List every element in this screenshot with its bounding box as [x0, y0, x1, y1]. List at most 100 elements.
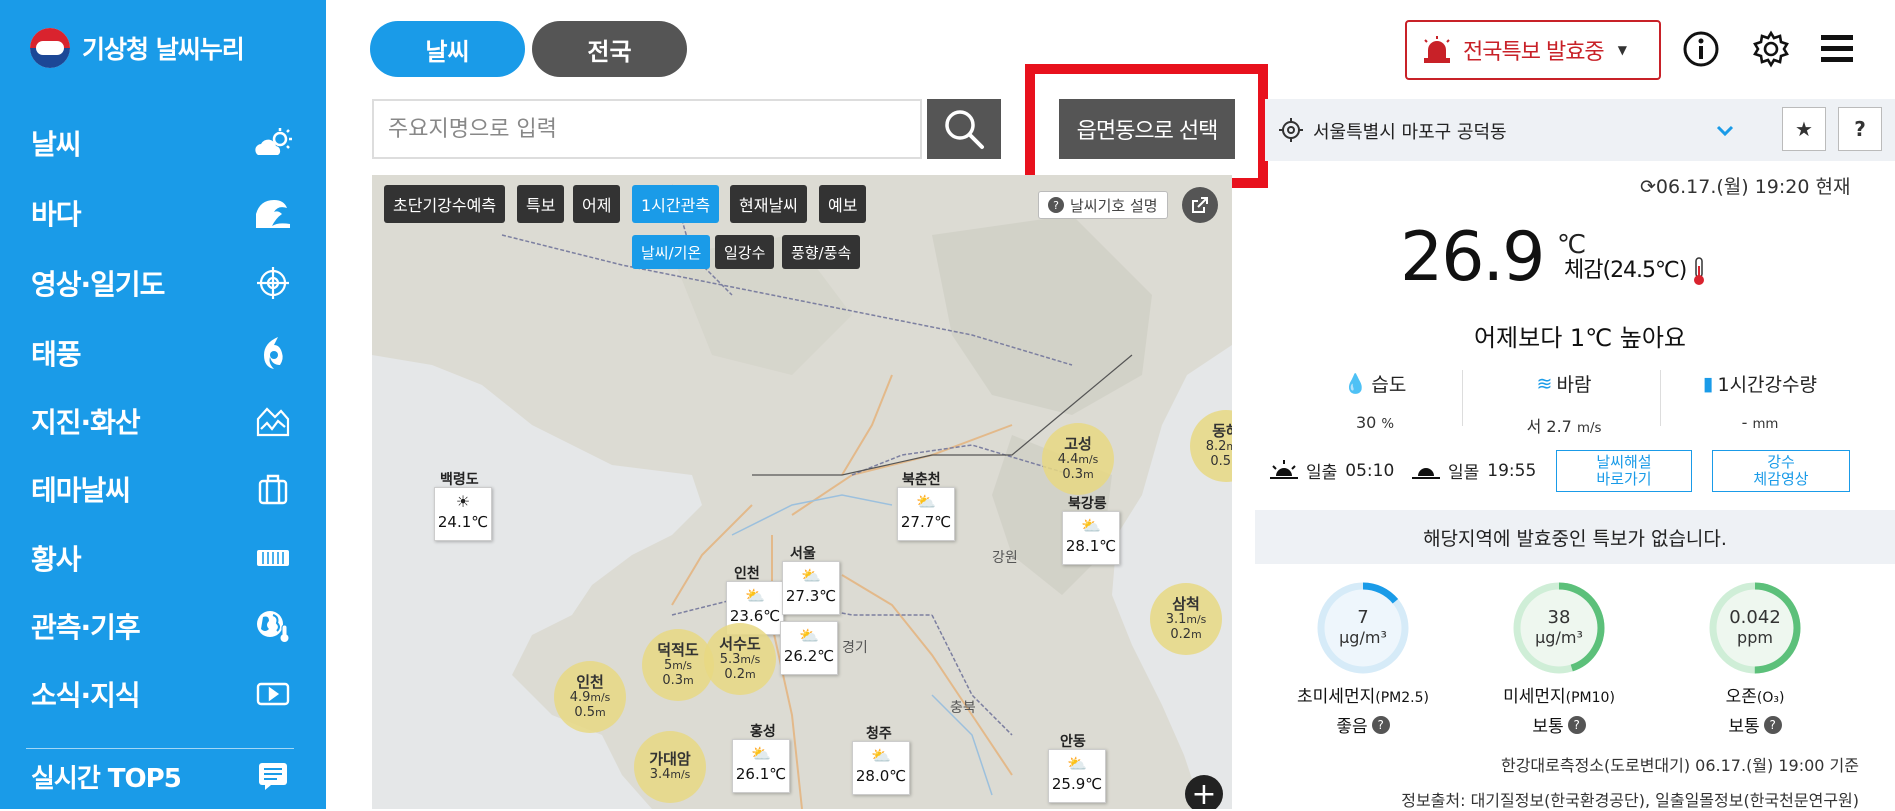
- station-marker[interactable]: ⛅ 26.1℃: [732, 739, 790, 793]
- sea-marker[interactable]: 삼척 3.1m/s 0.2m: [1150, 583, 1222, 655]
- partly-cloudy-icon: ⛅: [1081, 516, 1101, 535]
- popout-button[interactable]: [1182, 187, 1218, 223]
- weather-explain-link[interactable]: 날씨해설 바로가기: [1556, 450, 1692, 492]
- pm10-name: 미세먼지(PM10): [1469, 682, 1649, 707]
- tab-weather[interactable]: 날씨: [370, 21, 525, 77]
- weather-map[interactable]: 초단기강수예측 특보 어제 1시간관측 현재날씨 예보 날씨/기온 일강수 풍향…: [372, 175, 1232, 809]
- gauge-value: 38: [1547, 607, 1571, 628]
- partly-cloudy-icon: ⛅: [751, 744, 771, 763]
- map-subtab-daily-precip[interactable]: 일강수: [715, 235, 775, 269]
- refresh-icon[interactable]: ⟳: [1640, 176, 1656, 198]
- sidebar-item-label: 바다: [31, 198, 82, 231]
- help-icon[interactable]: ?: [1567, 715, 1586, 734]
- station-marker[interactable]: ⛅ 28.1℃: [1062, 511, 1120, 565]
- map-tab-1h-obs[interactable]: 1시간관측: [632, 185, 720, 223]
- station-marker[interactable]: ☀ 24.1℃: [434, 487, 492, 541]
- info-button[interactable]: [1678, 26, 1724, 72]
- region-label: 충북: [950, 700, 976, 716]
- station-name: 북춘천: [902, 472, 941, 488]
- help-icon[interactable]: ?: [1371, 715, 1390, 734]
- sea-marker[interactable]: 서수도 5.3m/s 0.2m: [704, 623, 776, 695]
- station-temp: 26.2℃: [783, 647, 835, 665]
- sidebar-item-top5[interactable]: 실시간 TOP5: [31, 753, 293, 799]
- stat-value: -: [1741, 413, 1748, 432]
- sea-marker-name: 서수도: [719, 634, 761, 653]
- station-marker[interactable]: ⛅ 26.2℃: [780, 621, 838, 675]
- stat-value: 서 2.7: [1526, 417, 1572, 436]
- precip-video-link[interactable]: 강수 체감영상: [1712, 450, 1850, 492]
- gps-target-icon[interactable]: [1279, 118, 1303, 142]
- sea-wind: 8.2: [1205, 438, 1227, 454]
- sidebar-item-theme[interactable]: 테마날씨: [31, 466, 293, 512]
- wave-unit: m: [595, 705, 606, 719]
- wave-unit: m: [1083, 467, 1094, 481]
- sea-marker[interactable]: 고성 4.4m/s 0.3m: [1042, 423, 1114, 495]
- region-label: 강원: [992, 550, 1018, 566]
- help-button[interactable]: ?: [1838, 107, 1882, 151]
- help-icon[interactable]: ?: [1763, 715, 1782, 734]
- water-drop-icon: 💧: [1343, 373, 1368, 395]
- map-subtab-weather-temp[interactable]: 날씨/기온: [632, 235, 711, 269]
- logo[interactable]: 기상청 날씨누리: [30, 28, 245, 68]
- zoom-in-button[interactable]: +: [1185, 775, 1223, 809]
- observation-time: ⟳06.17.(월) 19:20 현재: [1640, 172, 1850, 199]
- map-tab-yesterday[interactable]: 어제: [573, 185, 621, 223]
- select-dong-button[interactable]: 읍면동으로 선택: [1059, 99, 1235, 159]
- chevron-down-icon[interactable]: [1714, 119, 1736, 141]
- external-link-icon: [1192, 197, 1208, 213]
- sunrise-time: 05:10: [1345, 460, 1395, 481]
- aq-grade-text: 보통: [1728, 717, 1760, 737]
- sea-marker[interactable]: 덕적도 5m/s 0.3m: [642, 629, 714, 701]
- ozone-grade: 보통?: [1665, 712, 1845, 737]
- station-temp: 28.0℃: [855, 767, 907, 785]
- station-marker[interactable]: ⛅ 28.0℃: [852, 741, 910, 795]
- map-tab-current[interactable]: 현재날씨: [730, 185, 807, 223]
- suitcase-icon: [253, 469, 293, 509]
- stat-unit: %: [1381, 417, 1395, 432]
- search-input[interactable]: [388, 116, 920, 142]
- station-marker[interactable]: ⛅ 27.3℃: [782, 561, 840, 615]
- sidebar-item-weather[interactable]: 날씨: [31, 120, 293, 166]
- sea-marker[interactable]: 가대암 3.4m/s: [634, 731, 706, 803]
- sidebar-item-sea[interactable]: 바다: [31, 190, 293, 236]
- stat-label: 1시간강수량: [1717, 374, 1817, 396]
- sunny-icon: ☀: [455, 492, 471, 511]
- national-alert-dropdown[interactable]: 전국특보 발효중 ▼: [1405, 20, 1661, 80]
- settings-button[interactable]: [1748, 26, 1794, 72]
- tab-national[interactable]: 전국: [532, 21, 687, 77]
- ozone-gauge[interactable]: 0.042 ppm: [1707, 580, 1803, 676]
- rain-gauge-icon: ▮: [1703, 372, 1714, 395]
- map-tab-forecast[interactable]: 예보: [819, 185, 867, 223]
- aq-name-text: 오존: [1725, 687, 1757, 707]
- aq-grade-text: 보통: [1532, 717, 1564, 737]
- pm10-gauge[interactable]: 38 μg/m³: [1511, 580, 1607, 676]
- sea-marker[interactable]: 인천 4.9m/s 0.5m: [554, 661, 626, 733]
- symbol-help-button[interactable]: ? 날씨기호 설명: [1038, 191, 1168, 219]
- wind-unit: m/s: [590, 690, 611, 704]
- station-marker[interactable]: ⛅ 27.7℃: [897, 487, 955, 541]
- sea-wave: 0.2: [1170, 626, 1192, 642]
- sidebar-item-satellite[interactable]: 영상·일기도: [31, 260, 293, 306]
- menu-button[interactable]: [1814, 26, 1860, 72]
- location-bar[interactable]: 서울특별시 마포구 공덕동 ★ ?: [1265, 99, 1895, 161]
- sidebar-item-climate[interactable]: 관측·기후: [31, 603, 293, 649]
- dust-icon: [253, 538, 293, 578]
- video-play-icon: [253, 674, 293, 714]
- sidebar-item-dust[interactable]: 황사: [31, 535, 293, 581]
- station-temp: 28.1℃: [1065, 537, 1117, 555]
- obs-time-text: 06.17.(월) 19:20 현재: [1655, 176, 1851, 198]
- search-button[interactable]: [927, 99, 1001, 159]
- station-marker[interactable]: ⛅ 25.9℃: [1048, 749, 1106, 803]
- wind-unit: m/s: [1078, 452, 1099, 466]
- sunset: 일몰 19:55: [1412, 458, 1536, 483]
- map-tab-alert[interactable]: 특보: [517, 185, 565, 223]
- sidebar-item-typhoon[interactable]: 태풍: [31, 330, 293, 376]
- favorite-button[interactable]: ★: [1782, 107, 1826, 151]
- station-name: 인천: [734, 566, 760, 582]
- map-tab-nowcast[interactable]: 초단기강수예측: [384, 185, 506, 223]
- sidebar-item-news[interactable]: 소식·지식: [31, 671, 293, 717]
- sidebar-item-earthquake[interactable]: 지진·화산: [31, 398, 293, 444]
- pm25-gauge[interactable]: 7 μg/m³: [1315, 580, 1411, 676]
- location-name: 서울특별시 마포구 공덕동: [1313, 122, 1507, 143]
- map-subtab-wind[interactable]: 풍향/풍속: [782, 235, 861, 269]
